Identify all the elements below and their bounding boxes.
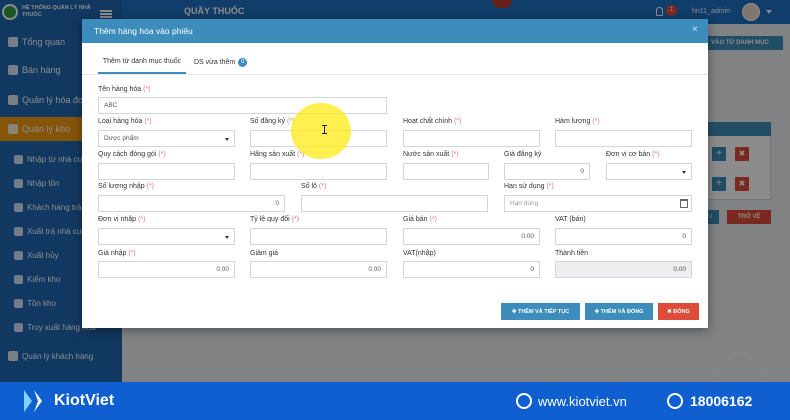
hang-sx-label: Hãng sản xuất (*) — [250, 151, 305, 158]
hoat-chat-input[interactable] — [403, 130, 540, 147]
nuoc-sx-input[interactable] — [403, 163, 489, 180]
quy-cach-label: Quy cách đóng gói (*) — [98, 151, 166, 158]
don-vi-co-ban-label: Đơn vị cơ bản (*) — [606, 151, 660, 158]
ham-luong-label: Hàm lượng (*) — [555, 118, 600, 125]
add-continue-button[interactable]: ✚ THÊM VÀ TIẾP TỤC — [501, 303, 580, 320]
thanh-tien-output: 0.00 — [555, 261, 692, 278]
don-vi-co-ban-select[interactable] — [606, 163, 692, 180]
han-su-dung-input[interactable]: Hạn dùng — [504, 195, 692, 212]
gia-dang-ky-input[interactable]: 0 — [504, 163, 590, 180]
vat-ban-label: VAT (bán) — [555, 216, 586, 223]
don-vi-nhap-select[interactable] — [98, 228, 235, 245]
hoat-chat-label: Hoạt chất chính (*) — [403, 118, 462, 125]
ty-le-quy-doi-label: Tỷ lệ quy đổi (*) — [250, 216, 300, 223]
modal-header: Thêm hàng hóa vào phiếu × — [82, 19, 708, 43]
ten-hang-hoa-input[interactable]: ABC — [98, 97, 387, 114]
modal-title: Thêm hàng hóa vào phiếu — [94, 26, 193, 36]
footer-banner: KiotViet www.kiotviet.vn 18006162 — [0, 382, 790, 420]
brand-name: KiotViet — [54, 392, 115, 409]
add-close-button[interactable]: ✚ THÊM VÀ ĐÓNG — [585, 303, 653, 320]
gia-ban-input[interactable]: 0.00 — [403, 228, 540, 245]
cursor-highlight — [291, 103, 351, 159]
gia-dang-ky-label: Giá đăng ký — [504, 151, 542, 158]
vat-ban-input[interactable]: 0 — [555, 228, 692, 245]
ham-luong-input[interactable] — [555, 130, 692, 147]
loai-hang-hoa-select[interactable]: Dược phẩm — [98, 130, 235, 147]
tab-add-from-catalog[interactable]: Thêm từ danh mục thuốc — [98, 56, 186, 74]
ty-le-quy-doi-input[interactable] — [250, 228, 387, 245]
quy-cach-input[interactable] — [98, 163, 235, 180]
vat-nhap-input[interactable]: 0 — [403, 261, 540, 278]
so-luong-nhap-input[interactable]: 0 — [98, 195, 285, 212]
so-lo-input[interactable] — [301, 195, 488, 212]
text-cursor-icon — [322, 125, 327, 134]
phone-icon — [667, 393, 683, 409]
ten-hang-hoa-label: Tên hàng hóa (*) — [98, 86, 151, 93]
so-luong-nhap-label: Số lượng nhập (*) — [98, 183, 154, 190]
tab-recently-added[interactable]: DS vừa thêm 0 — [194, 58, 248, 67]
vat-nhap-label: VAT(nhập) — [403, 250, 436, 257]
don-vi-nhap-label: Đơn vị nhập (*) — [98, 216, 146, 223]
so-lo-label: Số lô (*) — [301, 183, 327, 190]
globe-icon — [516, 393, 532, 409]
giam-gia-label: Giảm giá — [250, 250, 279, 257]
thanh-tien-label: Thành tiền — [555, 250, 589, 257]
website-url[interactable]: www.kiotviet.vn — [538, 394, 627, 409]
add-item-modal: Thêm hàng hóa vào phiếu × Thêm từ danh m… — [82, 19, 708, 328]
tab-divider — [82, 74, 708, 75]
so-dang-ky-label: Số đăng ký (*) — [250, 118, 295, 125]
gia-nhap-input[interactable]: 0.00 — [98, 261, 235, 278]
close-icon[interactable]: × — [692, 24, 698, 35]
phone-number[interactable]: 18006162 — [690, 393, 752, 409]
kiotviet-logo-icon — [24, 390, 42, 412]
loai-hang-hoa-label: Loại hàng hóa (*) — [98, 118, 152, 125]
gia-nhap-label: Giá nhập (*) — [98, 250, 136, 257]
close-button[interactable]: ✖ ĐÓNG — [658, 303, 699, 320]
gia-ban-label: Giá bán (*) — [403, 216, 437, 223]
nuoc-sx-label: Nước sản xuất (*) — [403, 151, 459, 158]
giam-gia-input[interactable]: 0.00 — [250, 261, 387, 278]
calendar-icon[interactable] — [680, 199, 688, 208]
hang-sx-input[interactable] — [250, 163, 387, 180]
count-badge: 0 — [238, 58, 248, 67]
han-su-dung-label: Hạn sử dụng (*) — [504, 183, 554, 190]
